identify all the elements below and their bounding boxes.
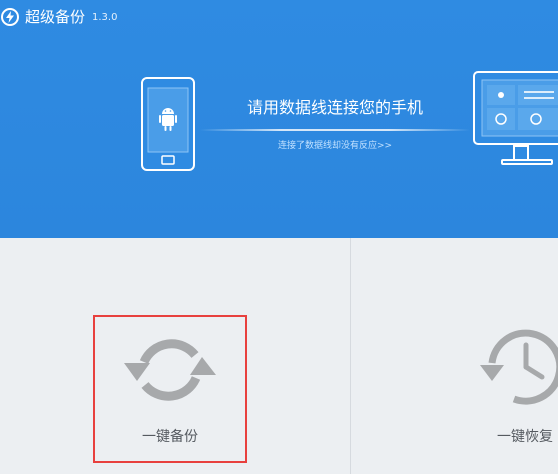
restore-label: 一键恢复 [497, 429, 553, 445]
connect-instruction: 请用数据线连接您的手机 [246, 98, 423, 117]
clock-restore-icon [480, 329, 558, 405]
super-backup-window: 超级备份 1.3.0 请用数据线连接您的手机 连接了数据线却没有反应>> 一键备… [0, 0, 558, 474]
title-bar: 超级备份 1.3.0 [0, 0, 558, 36]
app-title: 超级备份 [25, 8, 86, 26]
connect-header: 超级备份 1.3.0 请用数据线连接您的手机 连接了数据线却没有反应>> [0, 0, 558, 238]
android-phone-icon [141, 77, 195, 171]
backup-label: 一键备份 [142, 429, 198, 445]
no-response-help-link[interactable]: 连接了数据线却没有反应>> [200, 140, 470, 152]
sync-arrows-icon [124, 339, 216, 401]
lightning-circle-icon [1, 8, 19, 26]
connection-line [200, 129, 470, 131]
app-version: 1.3.0 [92, 12, 118, 23]
computer-monitor-icon [473, 71, 558, 165]
